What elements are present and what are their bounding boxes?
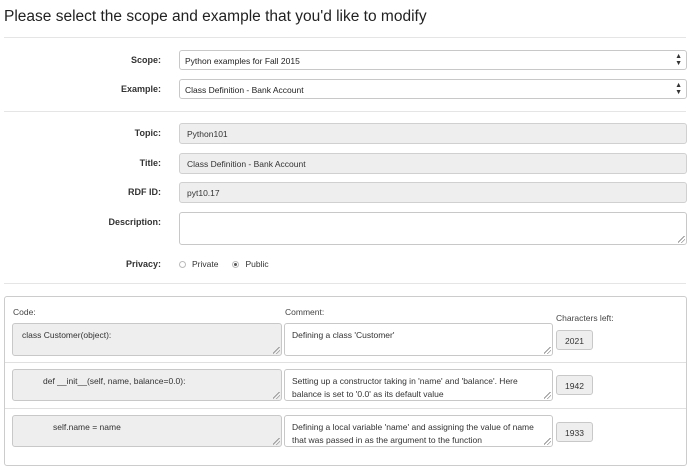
description-textarea[interactable] bbox=[179, 212, 687, 245]
resize-grip-icon[interactable] bbox=[273, 438, 280, 445]
chars-left-count: 1942 bbox=[556, 375, 593, 395]
rdf-id-label: RDF ID: bbox=[128, 187, 161, 197]
example-select-value: Class Definition - Bank Account bbox=[185, 85, 304, 95]
example-label: Example: bbox=[120, 84, 161, 94]
resize-grip-icon[interactable] bbox=[273, 392, 280, 399]
page-title: Please select the scope and example that… bbox=[4, 8, 427, 25]
divider bbox=[4, 111, 686, 112]
resize-grip-icon[interactable] bbox=[544, 392, 551, 399]
resize-grip-icon[interactable] bbox=[544, 347, 551, 354]
up-down-arrows-icon: ▲ ▼ bbox=[675, 53, 682, 67]
comment-textarea[interactable]: Defining a local variable 'name' and ass… bbox=[284, 415, 553, 447]
code-line-field[interactable]: class Customer(object): bbox=[12, 323, 282, 356]
comment-header: Comment: bbox=[285, 307, 325, 317]
comment-textarea[interactable]: Defining a class 'Customer' bbox=[284, 323, 553, 356]
code-line-text: class Customer(object): bbox=[22, 330, 112, 340]
chars-left-count: 1933 bbox=[556, 422, 593, 442]
chars-left-count: 2021 bbox=[556, 330, 593, 350]
topic-field[interactable]: Python101 bbox=[179, 123, 687, 144]
title-label: Title: bbox=[139, 158, 161, 168]
privacy-public-radio[interactable] bbox=[232, 260, 240, 268]
comment-text: Defining a local variable 'name' and ass… bbox=[292, 422, 534, 445]
up-down-arrows-icon: ▲ ▼ bbox=[675, 82, 682, 96]
description-label: Description: bbox=[108, 217, 161, 227]
topic-label: Topic: bbox=[134, 128, 161, 138]
privacy-private-label[interactable]: Private bbox=[192, 259, 218, 269]
privacy-label: Privacy: bbox=[125, 259, 161, 269]
example-select[interactable]: Class Definition - Bank Account ▲ ▼ bbox=[179, 79, 687, 99]
code-line-field[interactable]: self.name = name bbox=[12, 415, 282, 447]
code-line-text: self.name = name bbox=[53, 422, 121, 432]
title-field[interactable]: Class Definition - Bank Account bbox=[179, 153, 687, 174]
resize-grip-icon[interactable] bbox=[678, 236, 685, 243]
comment-text: Setting up a constructor taking in 'name… bbox=[292, 376, 518, 399]
privacy-radio-group: Private Public bbox=[179, 259, 269, 269]
privacy-public-label[interactable]: Public bbox=[245, 259, 268, 269]
scope-label: Scope: bbox=[130, 55, 161, 65]
row-divider bbox=[5, 408, 686, 409]
scope-select[interactable]: Python examples for Fall 2015 ▲ ▼ bbox=[179, 50, 687, 70]
code-header: Code: bbox=[13, 307, 36, 317]
resize-grip-icon[interactable] bbox=[273, 347, 280, 354]
rdf-id-field[interactable]: pyt10.17 bbox=[179, 182, 687, 203]
scope-select-value: Python examples for Fall 2015 bbox=[185, 56, 300, 66]
divider bbox=[4, 283, 686, 284]
privacy-private-radio[interactable] bbox=[179, 260, 186, 268]
code-line-field[interactable]: def __init__(self, name, balance=0.0): bbox=[12, 369, 282, 401]
resize-grip-icon[interactable] bbox=[544, 438, 551, 445]
comment-text: Defining a class 'Customer' bbox=[292, 330, 395, 340]
chars-left-header: Characters left: bbox=[556, 313, 614, 323]
code-line-text: def __init__(self, name, balance=0.0): bbox=[43, 376, 186, 386]
comment-textarea[interactable]: Setting up a constructor taking in 'name… bbox=[284, 369, 553, 401]
divider bbox=[4, 37, 686, 38]
row-divider bbox=[5, 362, 686, 363]
